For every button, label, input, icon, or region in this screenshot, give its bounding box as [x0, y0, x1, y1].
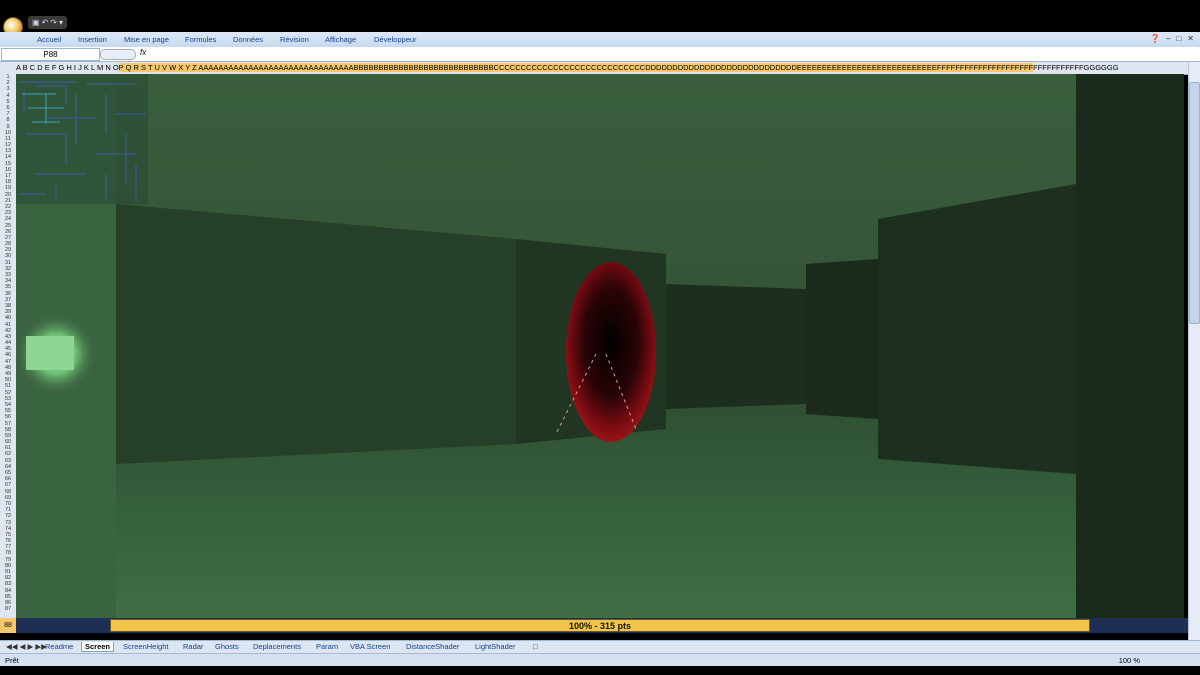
sheet-tab-radar[interactable]: Radar [180, 642, 206, 651]
close-icon[interactable]: ✕ [1187, 34, 1194, 43]
tab-affichage[interactable]: Affichage [325, 35, 356, 44]
score-bar: 100% - 315 pts [110, 619, 1090, 632]
save-icon[interactable]: ▣ [32, 18, 40, 27]
row-number[interactable]: 87 [0, 606, 16, 612]
tab-donnees[interactable]: Données [233, 35, 263, 44]
right-wall-far [806, 259, 878, 419]
sheet-tab-lightshader[interactable]: LightShader [472, 642, 518, 651]
maze-3d-view [16, 74, 1184, 618]
far-wall-center [666, 284, 806, 409]
tab-revision[interactable]: Révision [280, 35, 309, 44]
formula-controls[interactable] [100, 49, 136, 60]
game-viewport [16, 74, 1184, 618]
customize-icon[interactable]: ▾ [59, 18, 63, 27]
formula-bar: P88 fx [0, 47, 1200, 62]
tab-developpeur[interactable]: Développeur [374, 35, 417, 44]
window-titlebar [0, 0, 1200, 32]
sheet-tab-param[interactable]: Param [313, 642, 341, 651]
red-ghost [566, 262, 656, 442]
undo-icon[interactable]: ↶ [42, 18, 49, 27]
sheet-tab-distanceshader[interactable]: DistanceShader [403, 642, 462, 651]
fx-icon[interactable]: fx [140, 48, 146, 57]
status-bar: Prêt 100 % [0, 653, 1200, 667]
new-sheet-icon[interactable]: □ [530, 642, 541, 651]
help-icon[interactable]: ❓ [1150, 34, 1160, 43]
row-88-header[interactable]: 88 [0, 618, 16, 633]
right-wall [878, 184, 1076, 474]
sheet-tab-readme[interactable]: Readme [42, 642, 76, 651]
zoom-level[interactable]: 100 % [1119, 656, 1140, 665]
sheet-tabs: ◀◀ ◀ ▶ ▶▶ Readme Screen ScreenHeight Rad… [0, 640, 1200, 654]
light-panel [26, 336, 74, 370]
bottom-edge [0, 666, 1200, 675]
column-headers-right[interactable]: FFFFFFFFFFFGGGGGG [1033, 63, 1118, 72]
left-wall [116, 204, 516, 464]
sheet-tab-vba-screen[interactable]: VBA Screen [347, 642, 393, 651]
name-box[interactable]: P88 [1, 48, 100, 61]
right-wall-near [1076, 74, 1184, 618]
minimize-icon[interactable]: – [1166, 34, 1170, 43]
sheet-tab-deplacements[interactable]: Deplacements [250, 642, 304, 651]
sheet-tab-ghosts[interactable]: Ghosts [212, 642, 242, 651]
tab-accueil[interactable]: Accueil [37, 35, 61, 44]
tab-formules[interactable]: Formules [185, 35, 216, 44]
scrollbar-thumb[interactable] [1189, 82, 1200, 324]
restore-icon[interactable]: □ [1176, 34, 1181, 43]
column-headers-selected[interactable]: P Q R S T U V W X Y Z AAAAAAAAAAAAAAAAAA… [118, 63, 1034, 72]
row-headers: 1 2 3 4 5 6 7 8 9 10 11 12 13 14 15 16 17 18 19 20 21 22 23 24 2… [0, 74, 17, 618]
sheet-tab-screen[interactable]: Screen [81, 642, 115, 652]
redo-icon[interactable]: ↷ [50, 18, 57, 27]
tab-insertion[interactable]: Insertion [78, 35, 107, 44]
ribbon-tabs: Accueil Insertion Mise en page Formules … [0, 32, 1200, 47]
ready-status: Prêt [5, 656, 19, 665]
tab-mise-en-page[interactable]: Mise en page [124, 35, 169, 44]
sheet-tab-screenheight[interactable]: ScreenHeight [120, 642, 171, 651]
column-headers-left[interactable]: A B C D E F G H I J K L M N O [0, 63, 119, 72]
quick-access-toolbar: ▣ ↶ ↷ ▾ [28, 16, 67, 29]
